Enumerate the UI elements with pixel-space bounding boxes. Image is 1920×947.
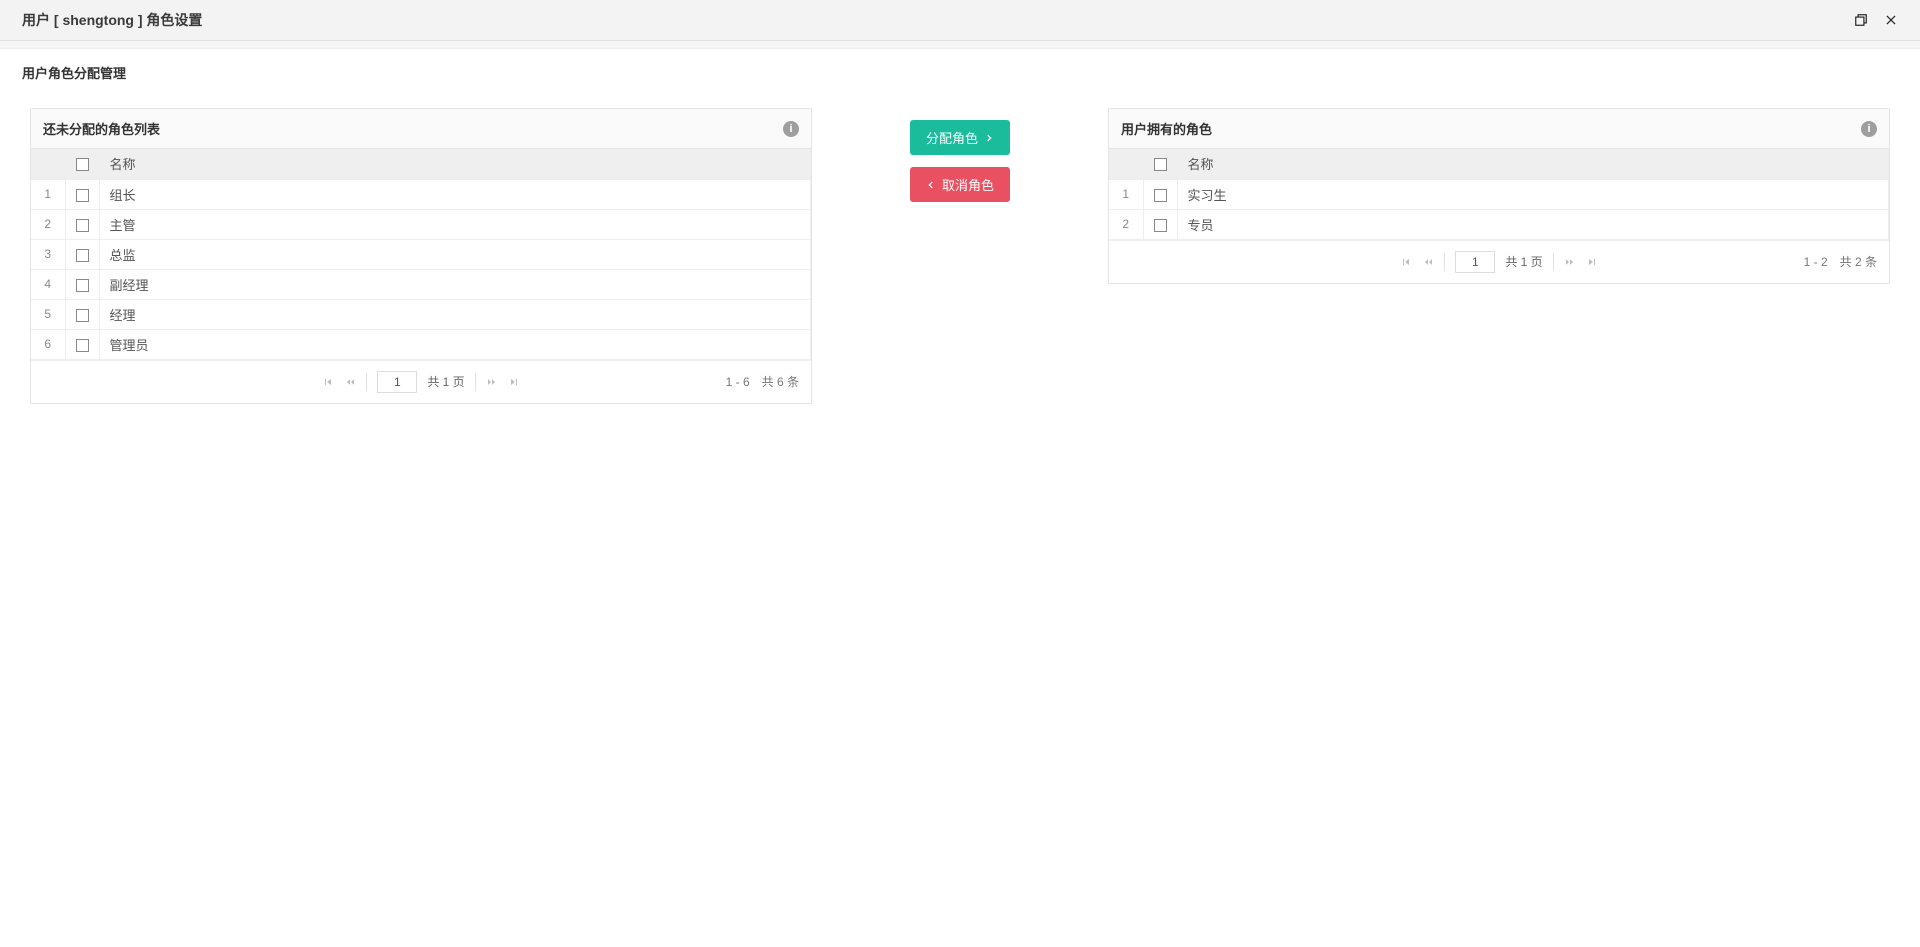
page-next-icon[interactable]: [1564, 256, 1576, 268]
role-name: 经理: [99, 299, 811, 329]
col-header-index: [1109, 149, 1143, 179]
panel-title: 用户拥有的角色: [1121, 119, 1212, 138]
col-header-name: 名称: [1177, 149, 1889, 179]
col-header-checkbox[interactable]: [1143, 149, 1177, 179]
assigned-roles-table: 名称 1 实习生 2 专员: [1109, 149, 1889, 240]
role-name: 总监: [99, 239, 811, 269]
checkbox-icon[interactable]: [76, 279, 89, 292]
info-icon[interactable]: i: [1861, 121, 1877, 137]
checkbox-icon[interactable]: [1154, 189, 1167, 202]
row-index: 4: [31, 269, 65, 299]
page-last-icon[interactable]: [1586, 256, 1598, 268]
pager: 共 1 页 1 - 6 共 6 条: [31, 360, 811, 403]
page-prev-icon[interactable]: [344, 376, 356, 388]
checkbox-icon[interactable]: [1154, 219, 1167, 232]
available-roles-table: 名称 1 组长 2 主管 3 总监: [31, 149, 811, 360]
assigned-roles-panel: 用户拥有的角色 i 名称 1 实习生 2 专员: [1108, 108, 1890, 284]
row-index: 1: [1109, 179, 1143, 209]
page-total-label: 共 1 页: [1505, 253, 1542, 270]
table-row[interactable]: 4 副经理: [31, 269, 811, 299]
checkbox-icon[interactable]: [76, 189, 89, 202]
modal-title-bar: 用户 [ shengtong ] 角色设置: [0, 0, 1920, 41]
row-index: 2: [31, 209, 65, 239]
chevron-right-icon: [984, 133, 994, 143]
page-title: 用户 [ shengtong ] 角色设置: [22, 10, 202, 30]
table-row[interactable]: 1 组长: [31, 179, 811, 209]
role-name: 主管: [99, 209, 811, 239]
page-first-icon[interactable]: [1400, 256, 1412, 268]
close-icon[interactable]: [1884, 13, 1898, 27]
row-index: 2: [1109, 209, 1143, 239]
page-total-label: 共 1 页: [427, 373, 464, 390]
col-header-name: 名称: [99, 149, 811, 179]
page-number-input[interactable]: [377, 371, 417, 393]
section-title: 用户角色分配管理: [0, 49, 1920, 92]
checkbox-icon[interactable]: [76, 309, 89, 322]
table-row[interactable]: 1 实习生: [1109, 179, 1889, 209]
row-index: 1: [31, 179, 65, 209]
row-index: 5: [31, 299, 65, 329]
info-icon[interactable]: i: [783, 121, 799, 137]
table-row[interactable]: 2 专员: [1109, 209, 1889, 239]
page-last-icon[interactable]: [508, 376, 520, 388]
row-index: 6: [31, 329, 65, 359]
divider: [0, 41, 1920, 49]
table-row[interactable]: 3 总监: [31, 239, 811, 269]
col-header-index: [31, 149, 65, 179]
button-label: 分配角色: [926, 128, 978, 147]
workarea: 还未分配的角色列表 i 名称 1 组长 2 主管: [0, 92, 1920, 452]
page-next-icon[interactable]: [486, 376, 498, 388]
checkbox-icon[interactable]: [76, 339, 89, 352]
table-row[interactable]: 5 经理: [31, 299, 811, 329]
page-number-input[interactable]: [1455, 251, 1495, 273]
chevron-left-icon: [926, 180, 936, 190]
checkbox-icon[interactable]: [76, 219, 89, 232]
row-index: 3: [31, 239, 65, 269]
role-name: 副经理: [99, 269, 811, 299]
window-controls: [1854, 13, 1898, 27]
action-column: 分配角色 取消角色: [820, 100, 1100, 202]
page-first-icon[interactable]: [322, 376, 334, 388]
role-name: 实习生: [1177, 179, 1889, 209]
available-roles-panel: 还未分配的角色列表 i 名称 1 组长 2 主管: [30, 108, 812, 404]
checkbox-icon[interactable]: [1154, 158, 1167, 171]
page-prev-icon[interactable]: [1422, 256, 1434, 268]
pager: 共 1 页 1 - 2 共 2 条: [1109, 240, 1889, 283]
table-row[interactable]: 6 管理员: [31, 329, 811, 359]
role-name: 专员: [1177, 209, 1889, 239]
page-stats: 1 - 6 共 6 条: [726, 373, 799, 390]
col-header-checkbox[interactable]: [65, 149, 99, 179]
maximize-icon[interactable]: [1854, 13, 1868, 27]
panel-header: 用户拥有的角色 i: [1109, 109, 1889, 149]
checkbox-icon[interactable]: [76, 158, 89, 171]
button-label: 取消角色: [942, 175, 994, 194]
table-row[interactable]: 2 主管: [31, 209, 811, 239]
role-name: 组长: [99, 179, 811, 209]
panel-title: 还未分配的角色列表: [43, 119, 160, 138]
revoke-role-button[interactable]: 取消角色: [910, 167, 1010, 202]
assign-role-button[interactable]: 分配角色: [910, 120, 1010, 155]
role-name: 管理员: [99, 329, 811, 359]
page-stats: 1 - 2 共 2 条: [1804, 253, 1877, 270]
checkbox-icon[interactable]: [76, 249, 89, 262]
panel-header: 还未分配的角色列表 i: [31, 109, 811, 149]
